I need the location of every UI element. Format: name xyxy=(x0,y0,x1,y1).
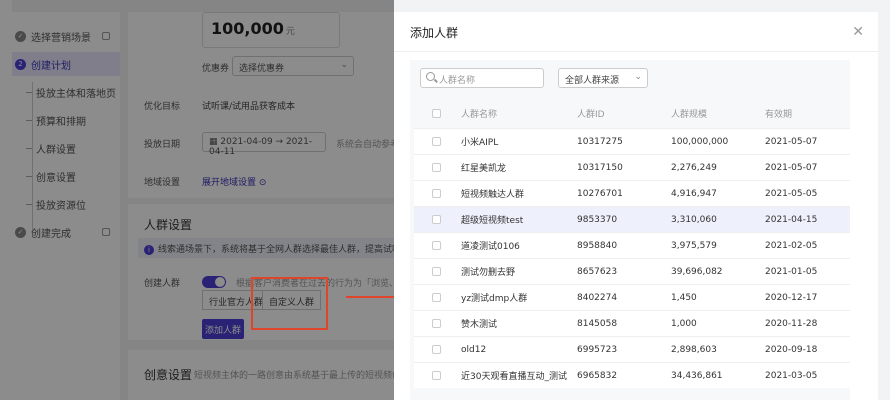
cell-id: 8402274 xyxy=(577,292,618,303)
row-checkbox[interactable] xyxy=(432,215,441,224)
cell-expiry: 2021-04-15 xyxy=(765,214,818,225)
audience-source-select[interactable]: 全部人群来源 ⌄ xyxy=(558,68,648,88)
row-checkbox[interactable] xyxy=(432,293,441,302)
audience-search-input[interactable]: 人群名称 xyxy=(420,68,544,88)
table-row[interactable]: 近30天观看直播互动_测试 6965832 34,436,861 2021-03-05 xyxy=(414,362,850,388)
annotation-highlight-box xyxy=(251,277,328,330)
col-header-expiry: 有效期 xyxy=(765,109,793,120)
row-checkbox[interactable] xyxy=(432,137,441,146)
cell-id: 10276701 xyxy=(577,188,623,199)
chevron-down-icon: ⌄ xyxy=(634,72,642,82)
cell-name: 小米AIPL xyxy=(461,138,499,148)
cell-size: 4,916,947 xyxy=(671,188,717,199)
table-row[interactable]: 测试勿删去野 8657623 39,696,082 2021-01-05 xyxy=(414,258,850,284)
table-row[interactable]: yz测试dmp人群 8402274 1,450 2020-12-17 xyxy=(414,284,850,310)
table-row[interactable]: 红星美凯龙 10317150 2,276,249 2021-05-07 xyxy=(414,154,850,180)
cell-expiry: 2021-05-07 xyxy=(765,136,818,147)
col-header-name: 人群名称 xyxy=(461,109,498,120)
cell-size: 3,975,579 xyxy=(671,240,717,251)
modal-overlay[interactable] xyxy=(0,0,394,400)
cell-id: 8145058 xyxy=(577,318,618,329)
modal-header: 添加人群 ✕ xyxy=(394,12,878,52)
cell-expiry: 2021-05-07 xyxy=(765,162,818,173)
cell-name: yz测试dmp人群 xyxy=(461,294,528,304)
cell-id: 8958840 xyxy=(577,240,618,251)
add-audience-modal: 添加人群 ✕ 人群名称 全部人群来源 ⌄ 人群名称 人群ID 人群规模 有效期 … xyxy=(394,12,878,400)
select-all-checkbox[interactable] xyxy=(432,108,441,118)
table-row[interactable]: 道凌测试0106 8958840 3,975,579 2021-02-05 xyxy=(414,232,850,258)
modal-title: 添加人群 xyxy=(410,26,459,40)
cell-size: 2,276,249 xyxy=(671,162,717,173)
cell-size: 2,898,603 xyxy=(671,344,717,355)
search-placeholder: 人群名称 xyxy=(439,76,476,86)
cell-name: 道凌测试0106 xyxy=(461,242,520,252)
cell-expiry: 2021-03-05 xyxy=(765,370,818,381)
row-checkbox[interactable] xyxy=(432,163,441,172)
cell-id: 8657623 xyxy=(577,266,618,277)
cell-id: 6965832 xyxy=(577,370,618,381)
cell-id: 9853370 xyxy=(577,214,618,225)
cell-expiry: 2020-11-28 xyxy=(765,318,818,329)
row-checkbox[interactable] xyxy=(432,319,441,328)
search-icon xyxy=(426,72,435,81)
cell-size: 3,310,060 xyxy=(671,214,717,225)
col-header-size: 人群规模 xyxy=(671,109,708,120)
table-header: 人群名称 人群ID 人群规模 有效期 xyxy=(414,98,850,128)
table-row[interactable]: 小米AIPL 10317275 100,000,000 2021-05-07 xyxy=(414,128,850,154)
cell-size: 34,436,861 xyxy=(671,370,723,381)
cell-size: 39,696,082 xyxy=(671,266,723,277)
row-checkbox[interactable] xyxy=(432,345,441,354)
cell-name: 超级短视频test xyxy=(461,216,524,226)
cell-expiry: 2021-01-05 xyxy=(765,266,818,277)
table-row[interactable]: 短视频触达人群 10276701 4,916,947 2021-05-05 xyxy=(414,180,850,206)
row-checkbox[interactable] xyxy=(432,267,441,276)
cell-expiry: 2021-02-05 xyxy=(765,240,818,251)
cell-name: 短视频触达人群 xyxy=(461,190,525,200)
table-row[interactable]: 赞木测试 8145058 1,000 2020-11-28 xyxy=(414,310,850,336)
cell-name: 红星美凯龙 xyxy=(461,164,507,174)
row-checkbox[interactable] xyxy=(432,189,441,198)
cell-size: 1,450 xyxy=(671,292,697,303)
cell-size: 100,000,000 xyxy=(671,136,729,147)
row-checkbox[interactable] xyxy=(432,371,441,380)
row-checkbox[interactable] xyxy=(432,241,441,250)
cell-expiry: 2020-12-17 xyxy=(765,292,818,303)
cell-name: 赞木测试 xyxy=(461,320,498,330)
cell-id: 10317150 xyxy=(577,162,623,173)
cell-id: 6995723 xyxy=(577,344,618,355)
source-select-value: 全部人群来源 xyxy=(565,76,620,86)
cell-expiry: 2020-09-18 xyxy=(765,344,818,355)
cell-name: 测试勿删去野 xyxy=(461,268,516,278)
annotation-arrow xyxy=(346,296,398,298)
close-icon[interactable]: ✕ xyxy=(852,24,864,40)
cell-name: old12 xyxy=(461,344,487,355)
cell-expiry: 2021-05-05 xyxy=(765,188,818,199)
table-row[interactable]: 超级短视频test 9853370 3,310,060 2021-04-15 xyxy=(414,206,850,232)
col-header-id: 人群ID xyxy=(577,109,605,120)
cell-id: 10317275 xyxy=(577,136,623,147)
table-row[interactable]: old12 6995723 2,898,603 2020-09-18 xyxy=(414,336,850,362)
cell-name: 近30天观看直播互动_测试 xyxy=(461,372,567,382)
cell-size: 1,000 xyxy=(671,318,697,329)
